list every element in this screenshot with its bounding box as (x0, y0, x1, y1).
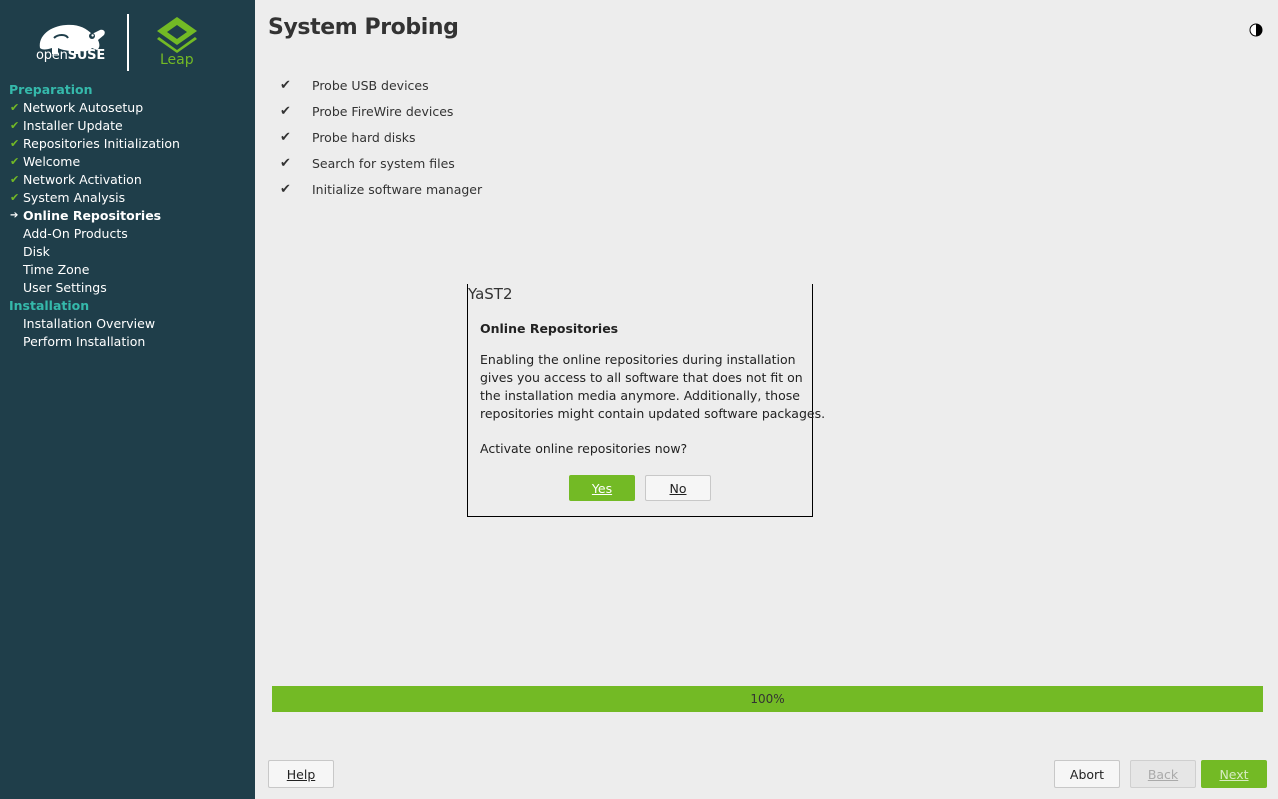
checkmark-icon: ✔ (10, 191, 20, 204)
step-disk: Disk (0, 243, 255, 261)
checkmark-icon: ✔ (280, 78, 291, 93)
step-add-on-products: Add-On Products (0, 225, 255, 243)
installation-steps: Preparation ✔ Network Autosetup ✔ Installe… (0, 81, 255, 351)
distro-prefix: open (36, 48, 68, 63)
dialog-body-line: Enabling the online repositories during … (480, 352, 796, 367)
checkmark-icon: ✔ (280, 104, 291, 119)
leap-logo (157, 17, 197, 53)
section-installation: Installation (9, 298, 90, 313)
next-label: Next (1219, 767, 1249, 782)
progress-bar: 100% (272, 686, 1263, 712)
probe-label: Probe FireWire devices (312, 104, 454, 119)
checkmark-icon: ✔ (10, 101, 20, 114)
back-button[interactable]: Back (1130, 760, 1196, 788)
progress-label: 100% (750, 692, 785, 706)
probe-label: Probe hard disks (312, 130, 416, 145)
step-time-zone: Time Zone (0, 261, 255, 279)
distro-name: SUSE (67, 48, 106, 63)
dialog-window-title: YaST2 (468, 285, 513, 303)
step-label: Welcome (23, 154, 81, 169)
no-button[interactable]: No (645, 475, 711, 501)
checkmark-icon: ✔ (10, 155, 20, 168)
step-installer-update: ✔ Installer Update (0, 117, 255, 135)
step-label: Network Activation (23, 172, 142, 187)
yes-button[interactable]: Yes (569, 475, 635, 501)
step-installation-overview: Installation Overview (0, 315, 255, 333)
probe-label: Initialize software manager (312, 182, 483, 197)
page-title: System Probing (268, 15, 459, 40)
step-label: Time Zone (23, 262, 90, 277)
step-repositories-initialization: ✔ Repositories Initialization (0, 135, 255, 153)
online-repositories-dialog: YaST2 Online Repositories Enabling the o… (467, 284, 826, 517)
dialog-heading: Online Repositories (480, 321, 619, 336)
checkmark-icon: ✔ (280, 130, 291, 145)
step-perform-installation: Perform Installation (0, 333, 255, 351)
dialog-body: Enabling the online repositories during … (480, 351, 826, 423)
step-network-activation: ✔ Network Activation (0, 171, 255, 189)
no-label: No (669, 481, 687, 496)
help-button[interactable]: Help (268, 760, 334, 788)
step-online-repositories: ➔ Online Repositories (0, 207, 255, 225)
opensuse-wordmark: openSUSE (36, 48, 105, 63)
arrow-right-icon: ➔ (10, 210, 19, 221)
step-label: Disk (23, 244, 50, 259)
leap-wordmark: Leap (160, 52, 194, 68)
dialog-body-line: the installation media anymore. Addition… (480, 388, 800, 403)
checkmark-icon: ✔ (280, 182, 291, 197)
checkmark-icon: ✔ (280, 156, 291, 171)
probe-label: Search for system files (312, 156, 455, 171)
step-label: System Analysis (23, 190, 126, 205)
section-preparation: Preparation (9, 82, 93, 97)
abort-label: Abort (1069, 767, 1105, 782)
step-label: Online Repositories (23, 208, 162, 223)
half-moon-icon[interactable] (1249, 23, 1263, 37)
step-label: Installer Update (23, 118, 123, 133)
next-button[interactable]: Next (1201, 760, 1267, 788)
step-label: Network Autosetup (23, 100, 144, 115)
step-label: Repositories Initialization (23, 136, 180, 151)
checkmark-icon: ✔ (10, 137, 20, 150)
step-system-analysis: ✔ System Analysis (0, 189, 255, 207)
step-label: Add-On Products (23, 226, 128, 241)
back-label: Back (1147, 767, 1179, 782)
abort-button[interactable]: Abort (1054, 760, 1120, 788)
sidebar: openSUSE Leap Preparation ✔ Network Autos… (0, 0, 255, 799)
step-label: Installation Overview (23, 316, 156, 331)
help-label: Help (286, 767, 316, 782)
step-network-autosetup: ✔ Network Autosetup (0, 99, 255, 117)
dialog-body-line: gives you access to all software that do… (480, 370, 803, 385)
step-label: Perform Installation (23, 334, 146, 349)
step-user-settings: User Settings (0, 279, 255, 297)
probe-label: Probe USB devices (312, 78, 429, 93)
dialog-body-line: repositories might contain updated softw… (480, 406, 826, 421)
step-label: User Settings (23, 280, 107, 295)
checkmark-icon: ✔ (10, 173, 20, 186)
logo-divider (127, 14, 129, 71)
checkmark-icon: ✔ (10, 119, 20, 132)
step-welcome: ✔ Welcome (0, 153, 255, 171)
logo-area: openSUSE Leap (0, 0, 255, 80)
yes-label: Yes (591, 481, 613, 496)
dialog-question: Activate online repositories now? (480, 441, 688, 456)
